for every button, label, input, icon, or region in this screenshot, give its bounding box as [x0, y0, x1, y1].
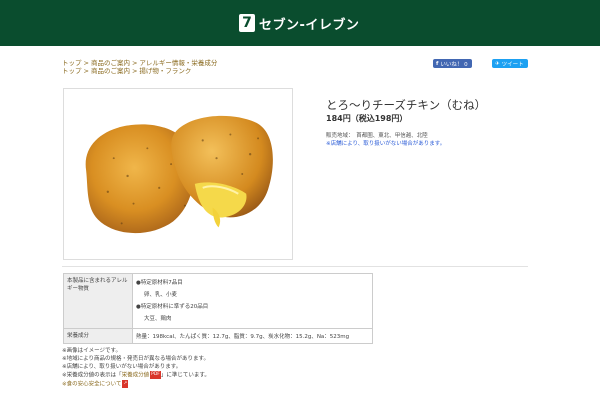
footnote: ※店舗により、取り扱いがない場合があります。: [62, 364, 182, 370]
table-row: 栄養成分 熱量：198kcal、たんぱく質：12.7g、脂質：9.7g、炭水化物…: [63, 328, 373, 344]
fried-chicken-illustration: [85, 115, 273, 234]
table-row: 本製品に含まれるアレルギー物質 ●特定原材料7品目 卵、乳、小麦 ●特定原材料に…: [63, 273, 373, 329]
site-logo[interactable]: 7 セブン‐イレブン: [239, 13, 359, 33]
nutrition-header: 栄養成分: [63, 328, 133, 344]
divider: [62, 266, 528, 267]
external-link-icon: ↗: [122, 379, 129, 388]
allergy-header: 本製品に含まれるアレルギー物質: [63, 273, 133, 329]
product-info-table: 本製品に含まれるアレルギー物質 ●特定原材料7品目 卵、乳、小麦 ●特定原材料に…: [63, 273, 373, 344]
footnote: ※栄養成分値の表示は「栄養成分値 PDF」に準じています。: [62, 371, 210, 379]
product-image: [63, 88, 293, 260]
breadcrumb-link[interactable]: トップ: [62, 59, 82, 67]
food-safety-link[interactable]: ※食の安心安全について: [62, 381, 121, 387]
breadcrumb: トップ > 商品のご案内 > アレルギー情報・栄養成分 トップ > 商品のご案内 > 揚げ物・フ…: [62, 59, 217, 75]
nutrition-value: 熱量：198kcal、たんぱく質：12.7g、脂質：9.7g、炭水化物：15.2…: [132, 328, 373, 344]
footnote: ※画像はイメージです。: [62, 348, 121, 354]
footnote: ※地域により商品の規格・発売日が異なる場合があります。: [62, 356, 209, 362]
twitter-bird-icon: ✈: [495, 60, 500, 67]
product-title: とろ～りチーズチキン（むね）: [326, 98, 487, 112]
nutrition-pdf-link[interactable]: 栄養成分値: [122, 373, 150, 379]
facebook-like-button[interactable]: f いいね！ 0: [433, 59, 472, 68]
pdf-icon: PDF: [150, 371, 161, 379]
logo-text: セブン‐イレブン: [259, 17, 360, 33]
breadcrumb-link[interactable]: トップ: [62, 67, 82, 75]
facebook-icon: f: [436, 60, 439, 67]
breadcrumb-link[interactable]: アレルギー情報・栄養成分: [139, 59, 217, 67]
breadcrumb-row-2: トップ > 商品のご案内 > 揚げ物・フランク: [62, 67, 192, 75]
availability-note: ※店舗により、取り扱いがない場合があります。: [326, 141, 446, 147]
breadcrumb-row-1: トップ > 商品のご案内 > アレルギー情報・栄養成分: [62, 59, 218, 67]
allergy-cell: ●特定原材料7品目 卵、乳、小麦 ●特定原材料に準ずる20品目 大豆、鶏肉: [132, 273, 373, 329]
breadcrumb-link[interactable]: 商品のご案内: [91, 67, 130, 75]
footnote: ※食の安心安全について ↗: [62, 379, 210, 389]
tweet-button[interactable]: ✈ ツイート: [492, 59, 528, 68]
breadcrumb-link[interactable]: 商品のご案内: [91, 59, 130, 67]
site-header: 7 セブン‐イレブン: [0, 0, 600, 46]
breadcrumb-link[interactable]: 揚げ物・フランク: [139, 67, 191, 75]
product-price: 184円（税込198円）: [326, 114, 408, 123]
seven-logo-icon: 7: [239, 14, 255, 32]
footnotes: ※画像はイメージです。 ※地域により商品の規格・発売日が異なる場合があります。 …: [62, 347, 210, 388]
sales-area: 販売地域： 首都圏、東北、甲信越、北陸: [326, 133, 428, 139]
